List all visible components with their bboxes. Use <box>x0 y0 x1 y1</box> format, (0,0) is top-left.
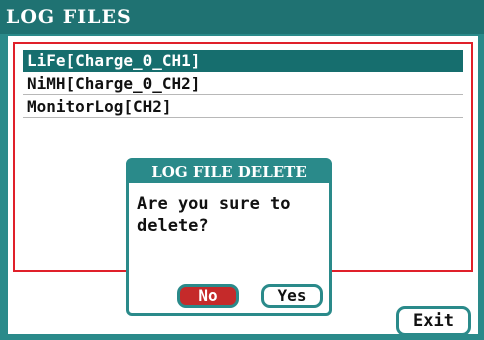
list-item-file-2[interactable]: NiMH[Charge_0_CH2] <box>23 73 463 95</box>
no-button[interactable]: No <box>177 284 239 308</box>
exit-button[interactable]: Exit <box>396 306 471 336</box>
list-item-file-1[interactable]: LiFe[Charge_0_CH1] <box>23 50 463 72</box>
list-item-file-3[interactable]: MonitorLog[CH2] <box>23 96 463 118</box>
dialog-message: Are you sure to delete? <box>137 194 291 236</box>
yes-button[interactable]: Yes <box>261 284 323 308</box>
delete-confirm-dialog: LOG FILE DELETE Are you sure to delete? … <box>126 158 332 316</box>
dialog-title: LOG FILE DELETE <box>129 161 329 183</box>
log-files-screen: LOG FILES LiFe[Charge_0_CH1] NiMH[Charge… <box>0 0 484 340</box>
window-title: LOG FILES <box>0 0 484 34</box>
